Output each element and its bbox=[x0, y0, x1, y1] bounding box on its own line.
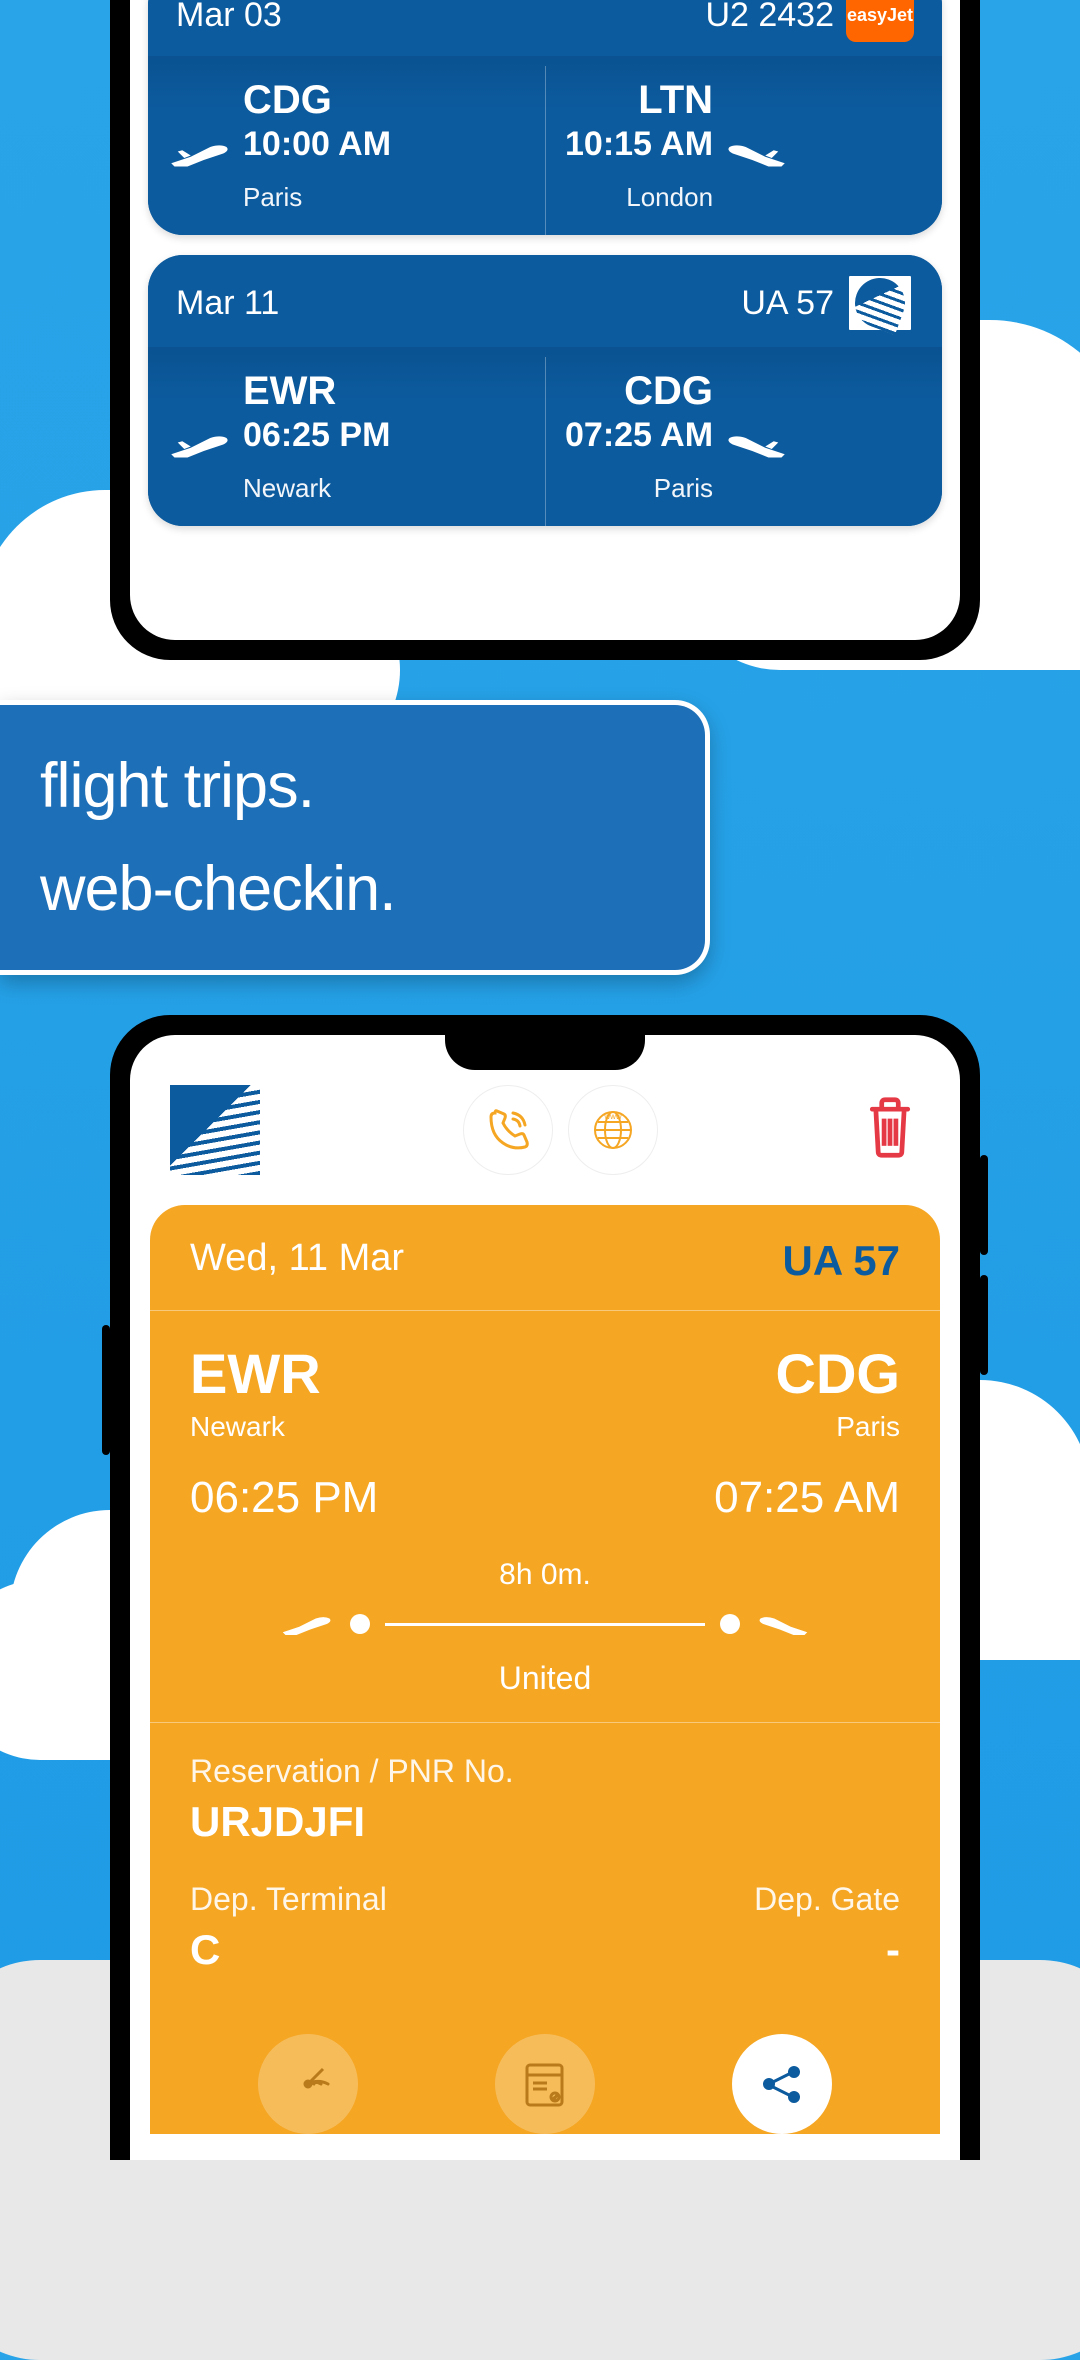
plane-landing-icon bbox=[723, 427, 788, 462]
flight-card[interactable]: Mar 11 UA 57 EWR 06:25 PM Newark bbox=[148, 255, 942, 526]
pnr-label: Reservation / PNR No. bbox=[190, 1753, 900, 1790]
svg-text:www: www bbox=[603, 1112, 622, 1121]
dep-terminal-value: C bbox=[190, 1926, 387, 1974]
dep-gate-value: - bbox=[886, 1926, 900, 1974]
trash-icon bbox=[860, 1095, 920, 1160]
flight-duration: 8h 0m. bbox=[190, 1558, 900, 1592]
plane-takeoff-icon bbox=[168, 136, 233, 171]
departure-time: 06:25 PM bbox=[243, 416, 390, 455]
detail-arr-time: 07:25 AM bbox=[714, 1473, 900, 1523]
detail-dep-city: Newark bbox=[190, 1411, 378, 1443]
easyjet-logo-icon: easyJet bbox=[846, 0, 914, 42]
flight-card[interactable]: Mar 03 U2 2432 easyJet CDG 10:00 AM Pari… bbox=[148, 0, 942, 235]
flight-number: UA 57 bbox=[741, 284, 834, 323]
phone-icon bbox=[483, 1105, 533, 1155]
detail-dep-code: EWR bbox=[190, 1341, 378, 1406]
share-button[interactable] bbox=[732, 2034, 832, 2134]
document-icon bbox=[517, 2057, 572, 2112]
flight-detail-card: Wed, 11 Mar UA 57 EWR Newark 06:25 PM CD… bbox=[150, 1205, 940, 2134]
dep-terminal-label: Dep. Terminal bbox=[190, 1881, 387, 1918]
phone-mockup-bottom: www Wed, 11 Mar UA 57 EWR Newark 06:25 P… bbox=[110, 1015, 980, 2160]
arrival-city: London bbox=[565, 182, 713, 213]
plane-takeoff-icon bbox=[168, 427, 233, 462]
promo-line: flight trips. bbox=[40, 750, 665, 822]
boarding-pass-button[interactable] bbox=[495, 2034, 595, 2134]
radar-icon bbox=[281, 2057, 336, 2112]
detail-arr-city: Paris bbox=[836, 1411, 900, 1443]
web-button[interactable]: www bbox=[568, 1085, 658, 1175]
share-icon bbox=[759, 2062, 804, 2107]
airline-name: United bbox=[190, 1660, 900, 1697]
united-logo-icon bbox=[170, 1085, 260, 1175]
departure-city: Newark bbox=[243, 473, 390, 504]
detail-arr-code: CDG bbox=[776, 1341, 900, 1406]
detail-flight-number: UA 57 bbox=[783, 1237, 901, 1285]
departure-code: CDG bbox=[243, 78, 391, 123]
phone-mockup-top: Mar 03 U2 2432 easyJet CDG 10:00 AM Pari… bbox=[110, 0, 980, 660]
arrival-city: Paris bbox=[565, 473, 713, 504]
departure-code: EWR bbox=[243, 369, 390, 414]
call-button[interactable] bbox=[463, 1085, 553, 1175]
pnr-value: URJDJFI bbox=[190, 1798, 900, 1846]
flight-number: U2 2432 bbox=[705, 0, 834, 35]
plane-landing-icon bbox=[723, 136, 788, 171]
arrival-time: 07:25 AM bbox=[565, 416, 713, 455]
arrival-code: CDG bbox=[565, 369, 713, 414]
united-logo-icon bbox=[846, 273, 914, 333]
departure-time: 10:00 AM bbox=[243, 125, 391, 164]
flight-date: Mar 03 bbox=[176, 0, 282, 35]
flight-date: Mar 11 bbox=[176, 284, 279, 323]
radar-button[interactable] bbox=[258, 2034, 358, 2134]
arrival-code: LTN bbox=[565, 78, 713, 123]
dep-gate-label: Dep. Gate bbox=[754, 1881, 900, 1918]
plane-landing-icon bbox=[755, 1610, 810, 1638]
globe-icon: www bbox=[588, 1105, 638, 1155]
delete-button[interactable] bbox=[860, 1095, 920, 1165]
detail-dep-time: 06:25 PM bbox=[190, 1473, 378, 1523]
detail-date: Wed, 11 Mar bbox=[190, 1237, 404, 1285]
departure-city: Paris bbox=[243, 182, 391, 213]
promo-callout: flight trips. web-checkin. bbox=[0, 700, 710, 975]
plane-takeoff-icon bbox=[280, 1610, 335, 1638]
promo-line: web-checkin. bbox=[40, 853, 665, 925]
arrival-time: 10:15 AM bbox=[565, 125, 713, 164]
